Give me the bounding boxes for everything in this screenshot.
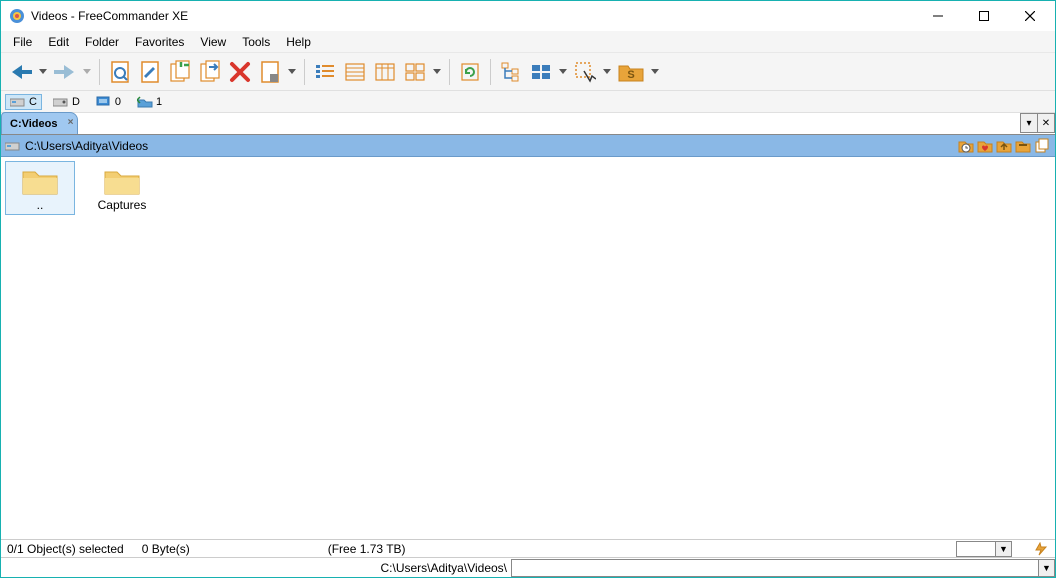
edit-button[interactable] <box>136 57 164 87</box>
menu-folder[interactable]: Folder <box>77 33 127 51</box>
tab-history-dropdown[interactable]: ▾ <box>1020 113 1038 133</box>
select-button[interactable] <box>571 57 599 87</box>
forward-dropdown[interactable] <box>81 57 93 87</box>
file-label: .. <box>37 198 44 212</box>
tree-button[interactable] <box>497 57 525 87</box>
view-dropdown[interactable] <box>431 57 443 87</box>
view-columns-button[interactable] <box>371 57 399 87</box>
tab-close-button[interactable]: ✕ <box>1037 113 1055 133</box>
bytes-status: 0 Byte(s) <box>142 542 190 556</box>
folder-up-item[interactable]: .. <box>5 161 75 215</box>
command-path: C:\Users\Aditya\Videos\ <box>1 561 511 575</box>
drive-bar: C D 0 1 <box>1 91 1055 113</box>
maximize-button[interactable] <box>961 1 1007 31</box>
separator <box>99 59 100 85</box>
separator <box>304 59 305 85</box>
drive-mount-icon <box>137 96 153 108</box>
path-bar: C:\Users\Aditya\Videos <box>1 135 1055 157</box>
drive-hdd-icon <box>53 96 69 108</box>
command-input[interactable]: ▼ <box>511 559 1055 577</box>
back-dropdown[interactable] <box>37 57 49 87</box>
drive-1[interactable]: 1 <box>132 94 167 110</box>
menu-edit[interactable]: Edit <box>40 33 77 51</box>
free-space: (Free 1.73 TB) <box>328 542 406 556</box>
root-folder-icon[interactable] <box>1014 137 1032 155</box>
separator <box>449 59 450 85</box>
panel-dropdown[interactable] <box>557 57 569 87</box>
favorites-icon[interactable] <box>976 137 994 155</box>
folder-icon <box>20 164 60 198</box>
delete-button[interactable] <box>226 57 254 87</box>
special-folder-button[interactable]: S <box>615 57 647 87</box>
window-title: Videos - FreeCommander XE <box>31 9 915 23</box>
view-list-button[interactable] <box>311 57 339 87</box>
forward-button[interactable] <box>51 57 79 87</box>
filter-combo[interactable]: ▼ <box>956 541 1012 557</box>
tab-label: C:Videos <box>10 118 57 130</box>
menu-bar: File Edit Folder Favorites View Tools He… <box>1 31 1055 53</box>
menu-view[interactable]: View <box>192 33 234 51</box>
app-icon <box>9 8 25 24</box>
folder-captures[interactable]: Captures <box>87 161 157 215</box>
folder-up-icon[interactable] <box>995 137 1013 155</box>
tab-videos[interactable]: C:Videos × <box>1 112 78 134</box>
select-dropdown[interactable] <box>601 57 613 87</box>
title-bar: Videos - FreeCommander XE <box>1 1 1055 31</box>
view-details-button[interactable] <box>341 57 369 87</box>
panel-button[interactable] <box>527 57 555 87</box>
properties-dropdown[interactable] <box>286 57 298 87</box>
folder-icon <box>102 164 142 198</box>
special-folder-dropdown[interactable] <box>649 57 661 87</box>
view-thumbnails-button[interactable] <box>401 57 429 87</box>
back-button[interactable] <box>7 57 35 87</box>
menu-favorites[interactable]: Favorites <box>127 33 192 51</box>
main-toolbar: S <box>1 53 1055 91</box>
drive-local-icon <box>10 96 26 108</box>
menu-help[interactable]: Help <box>278 33 319 51</box>
properties-button[interactable] <box>256 57 284 87</box>
menu-tools[interactable]: Tools <box>234 33 278 51</box>
history-icon[interactable] <box>957 137 975 155</box>
separator <box>490 59 491 85</box>
minimize-button[interactable] <box>915 1 961 31</box>
copy-button[interactable] <box>166 57 194 87</box>
drive-icon <box>5 139 21 153</box>
drive-d[interactable]: D <box>48 94 85 110</box>
current-path[interactable]: C:\Users\Aditya\Videos <box>5 139 957 153</box>
tab-close-icon[interactable]: × <box>68 117 74 128</box>
drive-0[interactable]: 0 <box>91 94 126 110</box>
status-bar: 0/1 Object(s) selected 0 Byte(s) (Free 1… <box>1 539 1055 557</box>
file-view[interactable]: .. Captures <box>1 157 1055 539</box>
tab-bar: C:Videos × ▾ ✕ <box>1 113 1055 135</box>
drive-c[interactable]: C <box>5 94 42 110</box>
view-button[interactable] <box>106 57 134 87</box>
command-bar: C:\Users\Aditya\Videos\ ▼ <box>1 557 1055 577</box>
drive-net-icon <box>96 96 112 108</box>
file-label: Captures <box>98 198 147 212</box>
refresh-button[interactable] <box>456 57 484 87</box>
command-dropdown[interactable]: ▼ <box>1038 560 1054 576</box>
svg-text:S: S <box>627 69 634 81</box>
copy-path-icon[interactable] <box>1033 137 1051 155</box>
move-button[interactable] <box>196 57 224 87</box>
menu-file[interactable]: File <box>5 33 40 51</box>
close-button[interactable] <box>1007 1 1053 31</box>
quick-filter-icon[interactable] <box>1033 541 1049 557</box>
selection-status: 0/1 Object(s) selected <box>7 542 124 556</box>
